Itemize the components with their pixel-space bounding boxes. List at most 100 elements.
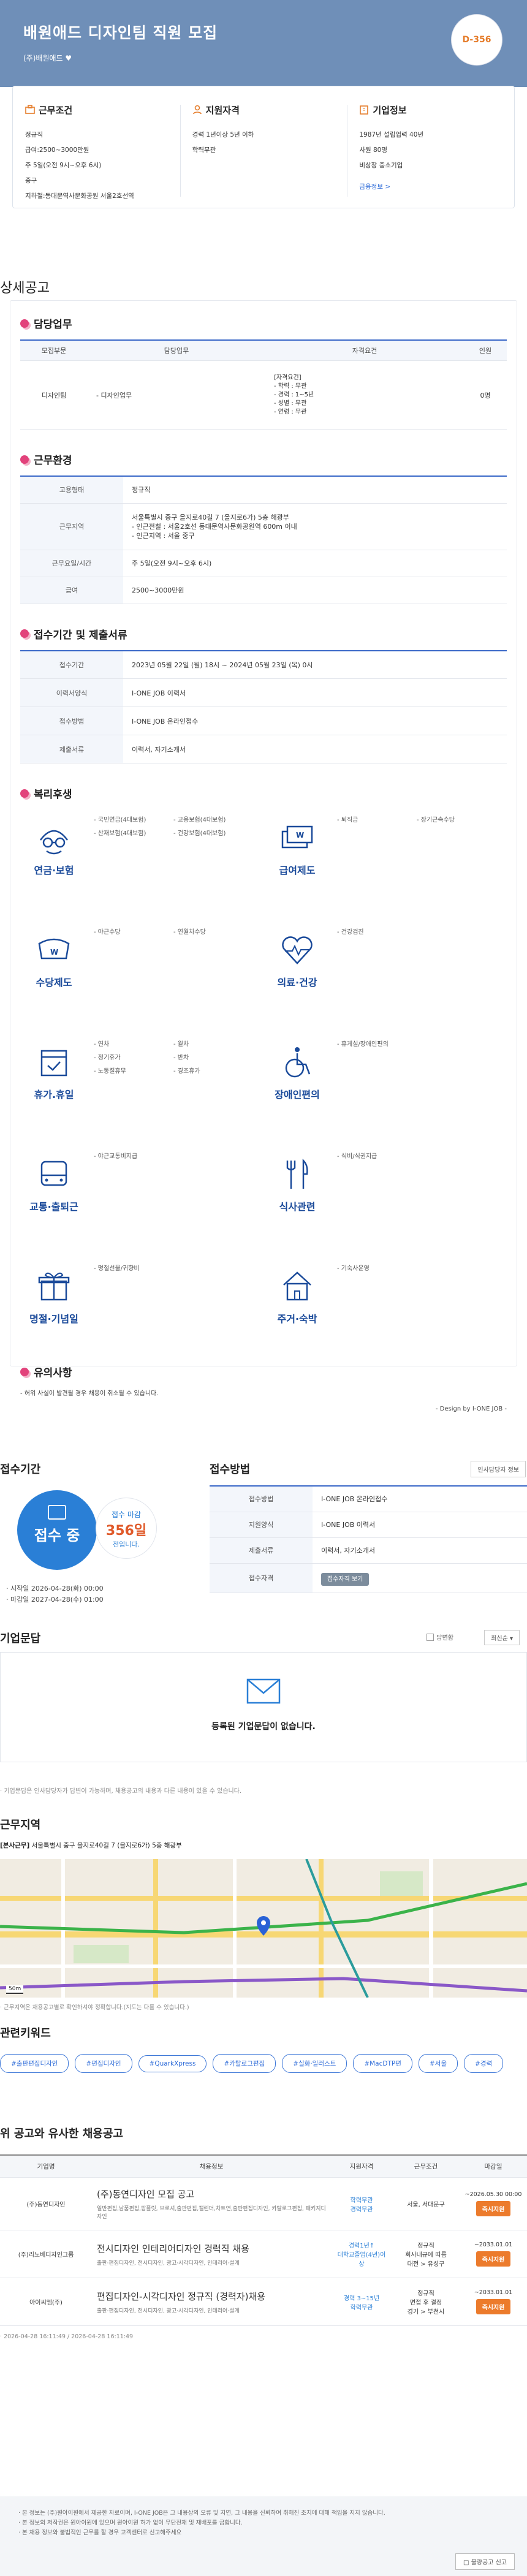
welfare-grid: 연금·보험 국민연금(4대보험)고용보험(4대보험)산재보험(4대보험)건강보험… [20, 809, 507, 1358]
keyword-tag[interactable]: #출판편집디자인 [0, 2054, 69, 2073]
location-title: 근무지역 [0, 1819, 41, 1832]
keyword-tag[interactable]: #QuarkXpress [138, 2055, 207, 2072]
keyword-tag[interactable]: #실화·일러스트 [282, 2054, 347, 2073]
duty-title: 담당업무 [34, 319, 72, 331]
method-section: 접수방법 인사담당자 정보 접수방법 I-ONE JOB 온라인접수 지원양식 I-… [210, 1461, 527, 1620]
glasses-person-icon [39, 830, 69, 855]
period-title: 접수기간 [0, 1463, 41, 1476]
page-title: 배원애드 디자인팀 직원 모집 [23, 24, 218, 42]
welfare-allowance: W수당제도 야근수당연월차수당 [20, 926, 264, 1021]
notice-text: - 허위 사실이 발견될 경우 채용이 취소될 수 있습니다. [20, 1390, 159, 1397]
env-table: 고용형태 정규직 근무지역 서울특별시 중구 을지로40길 7 (을지로6가) 5층… [20, 475, 507, 604]
keyword-title: 관련키워드 [0, 2027, 51, 2040]
bullet-icon [20, 319, 29, 328]
similar-meta: · 2026-04-28 16:11:49 / 2026-04-28 16:11… [0, 2333, 134, 2340]
bullet-icon [20, 789, 29, 798]
report-button[interactable]: □ 불량공고 신고 [455, 2553, 515, 2570]
gift-icon [38, 1272, 70, 1301]
similar-section: 위 공고와 유사한 채용공고 기업명 채용정보 지원자격 근무조건 마감일 (주)동연디… [0, 2125, 527, 2456]
apply-now-button[interactable]: 즉시지원 [476, 2201, 511, 2216]
table-row[interactable]: (주)리노베디자인그룹 전시디자인 인테리어디자인 경력직 채용 출판·편집디자인… [0, 2230, 527, 2278]
welfare-pension: 연금·보험 국민연금(4대보험)고용보험(4대보험)산재보험(4대보험)건강보험… [20, 814, 264, 909]
qualification-button[interactable]: 접수자격 보기 [321, 1572, 370, 1586]
sort-select[interactable]: 최신순 ▾ [484, 1630, 520, 1645]
welfare-anniversary: 명절·기념일 명절선물/귀향비 [20, 1263, 264, 1358]
welfare-title: 복리후생 [34, 789, 72, 801]
apply-table: 접수기간 2023년 05월 22일 (월) 18시 ~ 2024년 05월 23… [20, 650, 507, 763]
svg-text:W: W [50, 948, 58, 957]
qa-section: 기업문답 답변함 최신순 ▾ 등록된 기업문답이 없습니다. · 기업문답은 인… [0, 1630, 527, 1795]
keyword-list: #출판편집디자인 #편집디자인 #QuarkXpress #카탈로그편집 #실화·일러스… [0, 2054, 527, 2079]
apply-now-button[interactable]: 즉시지원 [476, 2299, 511, 2314]
finance-info-link[interactable]: 금융정보 > [359, 180, 502, 195]
building-icon [359, 105, 369, 115]
keyword-tag[interactable]: #카탈로그편집 [213, 2054, 276, 2073]
company-name[interactable]: (주)배원애드 ♥ [23, 53, 72, 63]
welfare-health: 의료·건강 건강검진 [264, 926, 507, 1021]
bullet-icon [20, 629, 29, 638]
table-row[interactable]: (주)동연디자인 (주)동연디자인 모집 공고 일반편집,남품편집,팜플릿, 브로… [0, 2177, 527, 2230]
welfare-housing: 주거·숙박 기숙사운영 [264, 1263, 507, 1358]
status-circle: 접수 중 [17, 1490, 97, 1570]
summary-company: 기업정보 1987년 설립업력 40년 사원 80명 비상장 중소기업 금융정보 > [347, 86, 514, 208]
hr-info-button[interactable]: 인사담당자 정보 [471, 1461, 526, 1477]
similar-title: 위 공고와 유사한 채용공고 [0, 2127, 123, 2140]
summary-box: 근무조건 정규직 급여:2500~3000만원 주 5일(오전 9시~오후 6시) 중… [12, 86, 515, 208]
bullet-icon [20, 455, 29, 464]
keyword-tag[interactable]: #MacDTP편 [353, 2054, 412, 2073]
method-table: 접수방법 I-ONE JOB 온라인접수 지원양식 I-ONE JOB 이력서 제출… [210, 1485, 527, 1593]
footer-notice: · 본 정보는 (주)원아이원에서 제공한 자료이며, I-ONE JOB은 그… [0, 2496, 527, 2576]
welfare-disability: 장애인편의 휴게실/장애인편의 [264, 1039, 507, 1134]
keyword-section: 관련키워드 #출판편집디자인 #편집디자인 #QuarkXpress #카탈로그편집 #… [0, 2025, 527, 2116]
duty-table: 모집부문 담당업무 자격요건 인원 디자인팀 - 디자인업무 [자격요건] - 학력 … [20, 339, 507, 430]
wallet-icon: W [38, 938, 70, 960]
wheelchair-icon [285, 1047, 311, 1078]
bullet-icon [20, 1367, 29, 1376]
start-date: · 시작일 2026-04-28(화) 00:00 [6, 1585, 104, 1593]
apply-now-button[interactable]: 즉시지원 [476, 2251, 511, 2267]
table-row[interactable]: 아이씨엠(주) 편집디자인-시각디자인 정규직 (경력자)채용 출판·편집디자인,… [0, 2278, 527, 2326]
briefcase-icon [25, 105, 35, 115]
dday-badge: D-356 [451, 14, 502, 66]
summary-qualification: 지원자격 경력 1년이상 5년 이하 학력무관 [180, 86, 347, 208]
detail-card: 담당업무 모집부문 담당업무 자격요건 인원 디자인팀 - 디자인업무 [자격요건] … [10, 300, 517, 1412]
utensils-icon [286, 1158, 308, 1189]
location-pin-icon [257, 1916, 270, 1936]
calendar-icon [40, 1050, 67, 1077]
detail-title: 상세공고 [0, 281, 50, 296]
apply-title: 접수기간 및 제출서류 [34, 629, 127, 642]
days-left-circle: 접수 마감 356일 전입니다. [96, 1498, 157, 1559]
env-title: 근무환경 [34, 455, 72, 467]
mail-icon [246, 1678, 281, 1704]
welfare-transport: 교통·출퇴근 야근교통비지급 [20, 1151, 264, 1246]
keyword-tag[interactable]: #경력 [464, 2054, 504, 2073]
location-note: · 근무지역은 채용공고별로 확인하셔야 정확합니다.(지도는 다를 수 있습니… [0, 2004, 189, 2011]
header: 배원애드 디자인팀 직원 모집 (주)배원애드 ♥ [0, 0, 527, 87]
design-credit: - Design by I-ONE JOB - [435, 1406, 507, 1412]
person-icon [192, 105, 202, 115]
heart-icon[interactable]: ♥ [65, 54, 72, 63]
money-icon: W [281, 825, 313, 849]
map[interactable]: 50m [0, 1859, 527, 1998]
heart-pulse-icon [282, 936, 313, 964]
welfare-holiday: 휴가.휴일 연차월차정기휴가반차노동절휴무경조휴가 [20, 1039, 264, 1134]
welfare-meal: 식사관련 식비/식권지급 [264, 1151, 507, 1246]
map-scale: 50m [6, 1985, 24, 1994]
answered-checkbox[interactable] [427, 1634, 434, 1641]
bus-icon [40, 1161, 67, 1186]
location-address: 서울특별시 중구 을지로40길 7 (을지로6가) 5층 해광부 [31, 1842, 182, 1849]
notice-title: 유의사항 [34, 1367, 72, 1379]
summary-work: 근무조건 정규직 급여:2500~3000만원 주 5일(오전 9시~오후 6시) 중… [25, 105, 134, 200]
end-date: · 마감일 2027-04-28(수) 01:00 [6, 1596, 104, 1604]
keyword-tag[interactable]: #서울 [418, 2054, 458, 2073]
checkbox-icon: □ [463, 2559, 471, 2566]
similar-table: 기업명 채용정보 지원자격 근무조건 마감일 (주)동연디자인 (주)동연디자인 모집 … [0, 2154, 527, 2326]
keyword-tag[interactable]: #편집디자인 [75, 2054, 132, 2073]
location-section: 근무지역 [본사근무] 서울특별시 중구 을지로40길 7 (을지로6가) 5층… [0, 1816, 527, 2012]
svg-text:W: W [296, 831, 304, 839]
house-icon [283, 1271, 311, 1301]
qa-note: · 기업문답은 인사담당자가 답변이 가능하며, 채용공고의 내용과 다른 내용… [0, 1788, 242, 1795]
welfare-salary: W급여제도 퇴직금장기근속수당 [264, 814, 507, 909]
book-icon [48, 1505, 66, 1520]
period-section: 접수기간 접수 중 접수 마감 356일 전입니다. · 시작일 2026-04… [0, 1461, 202, 1626]
